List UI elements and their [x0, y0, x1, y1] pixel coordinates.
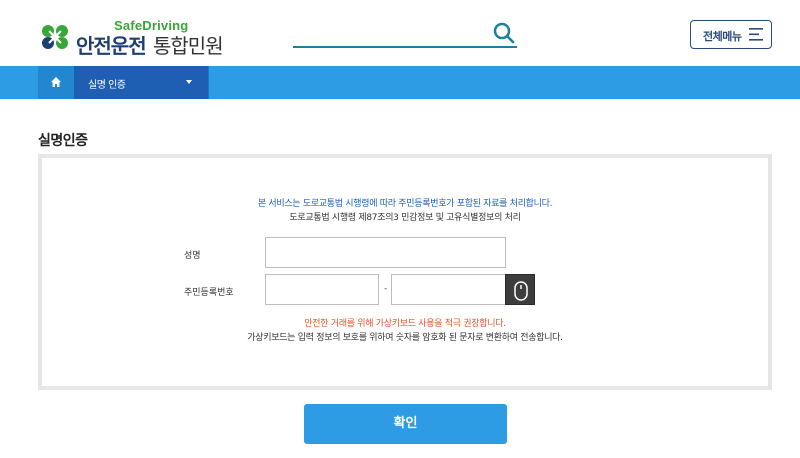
- mouse-icon: [514, 281, 528, 301]
- legal-reference: 도로교통법 시행령 제87조의3 민감정보 및 고유식별정보의 처리: [289, 213, 521, 223]
- resident-number-back-input[interactable]: [391, 274, 506, 305]
- home-icon: [51, 77, 61, 87]
- clover-logo-icon: [42, 25, 68, 49]
- resident-number-separator: -: [384, 284, 388, 294]
- all-menu-label: 전체메뉴: [703, 30, 742, 43]
- resident-number-front-input[interactable]: [265, 274, 379, 305]
- page-title: 실명인증: [38, 133, 88, 149]
- hamburger-icon: [749, 28, 763, 41]
- name-input[interactable]: [265, 237, 506, 268]
- search-icon[interactable]: [493, 22, 515, 44]
- resident-number-label: 주민등록번호: [184, 288, 234, 298]
- search-input[interactable]: [293, 22, 517, 48]
- virtual-keyboard-description: 가상키보드는 입력 정보의 보호를 위하여 숫자를 암호화 된 문자로 변환하여…: [247, 333, 563, 343]
- logo[interactable]: SafeDriving 안전운전 통합민원: [38, 18, 238, 58]
- virtual-keyboard-button[interactable]: [505, 274, 535, 305]
- navigation-bar: 실명 인증: [0, 66, 800, 99]
- caret-down-icon: [186, 80, 192, 84]
- location-dropdown[interactable]: 실명 인증: [74, 66, 208, 99]
- virtual-keyboard-recommendation: 안전한 거래를 위해 가상키보드 사용을 적극 권장합니다.: [304, 319, 506, 329]
- home-button[interactable]: [38, 66, 74, 99]
- all-menu-button[interactable]: 전체메뉴: [690, 20, 772, 49]
- header: SafeDriving 안전운전 통합민원 전체메뉴: [0, 0, 800, 66]
- logo-korean-text: 통합민원: [153, 34, 224, 58]
- nav-divider: [208, 66, 209, 99]
- verification-panel: 본 서비스는 도로교통법 시행령에 따라 주민등록번호가 포함된 자료를 처리합…: [38, 154, 772, 390]
- legal-notice: 본 서비스는 도로교통법 시행령에 따라 주민등록번호가 포함된 자료를 처리합…: [257, 199, 553, 209]
- name-label: 성명: [184, 251, 201, 261]
- confirm-button[interactable]: 확인: [304, 404, 507, 444]
- location-dropdown-label: 실명 인증: [88, 80, 126, 91]
- logo-korean-bold-text: 안전운전: [76, 34, 147, 58]
